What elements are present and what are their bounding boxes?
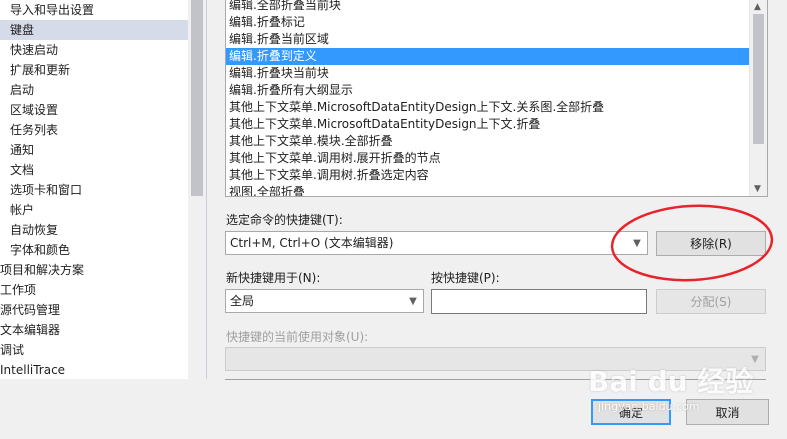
tree-item[interactable]: 调试	[0, 340, 188, 360]
tree-item[interactable]: 工作项	[0, 280, 188, 300]
ok-button[interactable]: 确定	[591, 399, 671, 425]
commands-scrollbar[interactable]: ▲ ▼	[749, 0, 767, 196]
command-item[interactable]: 其他上下文菜单.调用树.展开折叠的节点	[226, 150, 749, 167]
command-item[interactable]: 其他上下文菜单.调用树.折叠选定内容	[226, 167, 749, 184]
tree-scrollbar[interactable]	[188, 0, 206, 379]
tree-item[interactable]: 文档	[0, 160, 188, 180]
command-item[interactable]: 编辑.折叠块当前块	[226, 65, 749, 82]
shortcuts-for-command-label: 选定命令的快捷键(T):	[226, 213, 343, 227]
chevron-down-icon: ▼	[409, 295, 417, 307]
command-item[interactable]: 编辑.折叠所有大纲显示	[226, 82, 749, 99]
press-shortcut-input[interactable]	[431, 289, 647, 314]
options-tree-list: 导入和导出设置 键盘 快速启动 扩展和更新 启动 区域设置 任务列表 通知 文档 选项卡和窗口 帐户…	[0, 0, 188, 379]
footer-divider	[225, 379, 766, 380]
tree-item[interactable]: 快速启动	[0, 40, 188, 60]
command-item[interactable]: 其他上下文菜单.MicrosoftDataEntityDesign上下文.折叠	[226, 116, 749, 133]
press-shortcut-label: 按快捷键(P):	[431, 271, 500, 285]
commands-scrollbar-thumb[interactable]	[753, 14, 764, 144]
chevron-down-icon: ▼	[751, 353, 759, 365]
tree-item[interactable]: 导入和导出设置	[0, 0, 188, 20]
tree-item[interactable]: 任务列表	[0, 120, 188, 140]
command-item[interactable]: 其他上下文菜单.MicrosoftDataEntityDesign上下文.关系图…	[226, 99, 749, 116]
tree-item[interactable]: 通知	[0, 140, 188, 160]
tree-item[interactable]: 源代码管理	[0, 300, 188, 320]
currently-used-by-label: 快捷键的当前使用对象(U):	[226, 330, 369, 344]
command-item[interactable]: 视图.全部折叠	[226, 184, 749, 196]
shortcuts-for-command-value: Ctrl+M, Ctrl+O (文本编辑器)	[230, 236, 394, 250]
tree-item[interactable]: 启动	[0, 80, 188, 100]
tree-item[interactable]: 自动恢复	[0, 220, 188, 240]
tree-item[interactable]: 键盘	[0, 20, 188, 40]
commands-list: 编辑.全部折叠当前块 编辑.折叠标记 编辑.折叠当前区域 编辑.折叠到定义 编辑.折叠块…	[225, 0, 768, 197]
tree-item[interactable]: 项目和解决方案	[0, 260, 188, 280]
tree-item[interactable]: 字体和颜色	[0, 240, 188, 260]
shortcuts-for-command-select[interactable]: Ctrl+M, Ctrl+O (文本编辑器) ▼	[225, 231, 648, 255]
new-shortcut-scope-select[interactable]: 全局 ▼	[225, 289, 424, 313]
tree-item[interactable]: 文本编辑器	[0, 320, 188, 340]
scroll-down-arrow-icon[interactable]: ▼	[754, 184, 761, 194]
assign-button[interactable]: 分配(S)	[656, 289, 766, 314]
remove-button[interactable]: 移除(R)	[656, 231, 766, 256]
commands-list-items: 编辑.全部折叠当前块 编辑.折叠标记 编辑.折叠当前区域 编辑.折叠到定义 编辑.折叠块…	[226, 0, 749, 196]
new-shortcut-scope-value: 全局	[230, 294, 255, 308]
tree-item[interactable]: IntelliTrace	[0, 360, 188, 379]
chevron-down-icon: ▼	[633, 237, 641, 249]
command-item[interactable]: 编辑.全部折叠当前块	[226, 0, 749, 14]
currently-used-by-select[interactable]: ▼	[225, 347, 766, 371]
command-item[interactable]: 编辑.折叠到定义	[226, 48, 749, 65]
tree-item[interactable]: 帐户	[0, 200, 188, 220]
new-shortcut-scope-label: 新快捷键用于(N):	[226, 271, 321, 285]
command-item[interactable]: 其他上下文菜单.模块.全部折叠	[226, 133, 749, 150]
command-item[interactable]: 编辑.折叠标记	[226, 14, 749, 31]
tree-item[interactable]: 扩展和更新	[0, 60, 188, 80]
options-tree: 导入和导出设置 键盘 快速启动 扩展和更新 启动 区域设置 任务列表 通知 文档 选项卡和窗口 帐户…	[0, 0, 207, 379]
cancel-button[interactable]: 取消	[686, 399, 769, 425]
tree-scrollbar-thumb[interactable]	[191, 0, 203, 196]
tree-item[interactable]: 区域设置	[0, 100, 188, 120]
tree-item[interactable]: 选项卡和窗口	[0, 180, 188, 200]
scroll-up-arrow-icon[interactable]: ▲	[754, 2, 761, 12]
command-item[interactable]: 编辑.折叠当前区域	[226, 31, 749, 48]
